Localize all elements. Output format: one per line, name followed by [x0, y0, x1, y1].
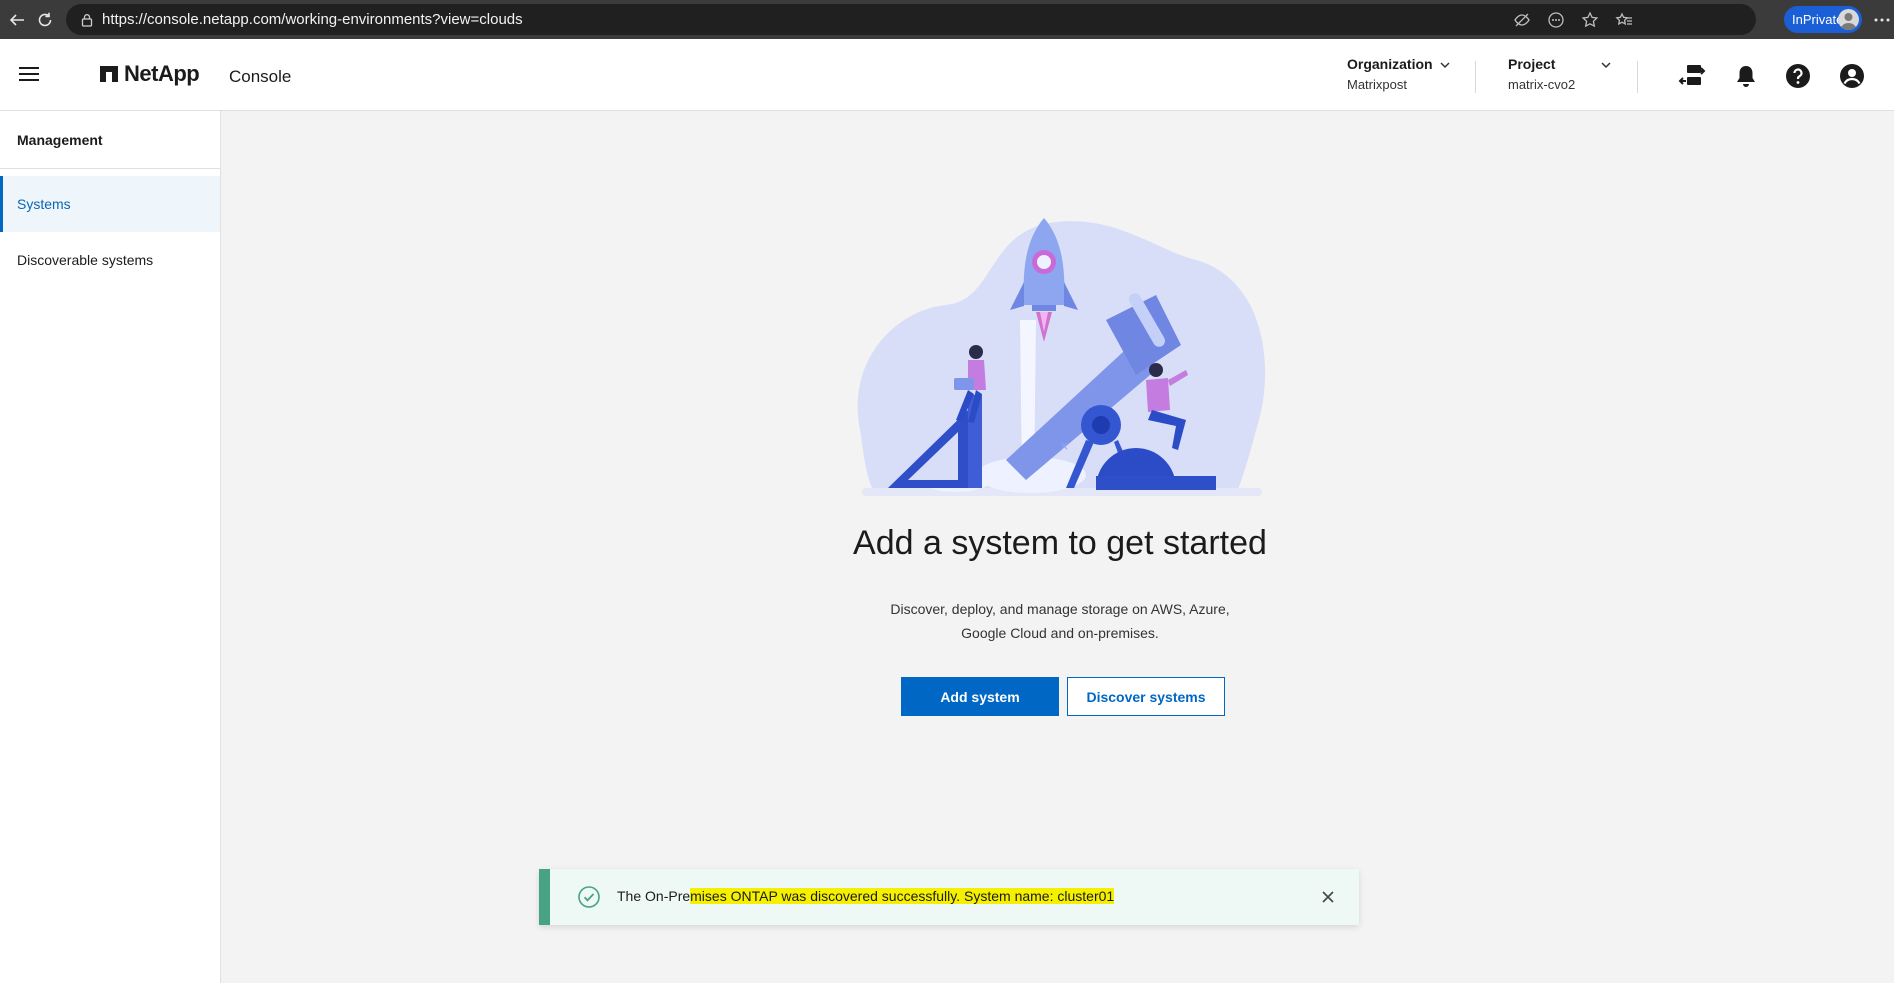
sidebar-item-label: Systems	[17, 196, 71, 212]
toast-message-highlight: mises ONTAP was discovered successfully.…	[690, 888, 1115, 904]
tracking-prevention-icon[interactable]	[1510, 8, 1534, 32]
app-header: NetApp Console Organization Matrixpost P…	[0, 39, 1894, 111]
account-icon[interactable]	[1837, 61, 1867, 91]
add-system-button[interactable]: Add system	[901, 677, 1059, 716]
inprivate-label: InPrivate	[1792, 12, 1844, 27]
project-label: Project	[1508, 56, 1556, 72]
help-icon[interactable]	[1783, 61, 1813, 91]
sidebar-item-systems[interactable]: Systems	[0, 176, 220, 232]
app-name: Console	[229, 67, 292, 86]
favorite-star-icon[interactable]	[1578, 8, 1602, 32]
netapp-logo-icon	[100, 66, 118, 82]
refresh-button[interactable]	[28, 0, 62, 39]
header-divider	[1475, 61, 1476, 93]
rocket-telescope-illustration: ×	[857, 218, 1266, 496]
brand-name: NetApp	[124, 61, 200, 86]
address-bar[interactable]: https://console.netapp.com/working-envir…	[66, 4, 1756, 35]
svg-text:×: ×	[1059, 439, 1069, 453]
bell-icon[interactable]	[1731, 61, 1761, 91]
description-line-1: Discover, deploy, and manage storage on …	[890, 601, 1230, 617]
close-icon[interactable]	[1317, 886, 1339, 908]
sidebar-heading: Management	[0, 111, 220, 169]
project-selector[interactable]: Project matrix-cvo2	[1508, 56, 1613, 96]
sidebar-item-label: Discoverable systems	[17, 252, 154, 268]
check-circle-icon	[577, 885, 601, 909]
chevron-down-icon	[1439, 58, 1451, 76]
lock-icon	[72, 13, 102, 27]
netapp-logo[interactable]: NetApp	[100, 61, 200, 87]
url-text: https://console.netapp.com/working-envir…	[102, 11, 523, 28]
page-title: Add a system to get started	[853, 524, 1267, 562]
connector-icon[interactable]	[1677, 61, 1707, 91]
description-line-2: Google Cloud and on-premises.	[961, 625, 1159, 641]
inprivate-button[interactable]: InPrivate	[1784, 6, 1862, 33]
sidebar: Management Systems Discoverable systems	[0, 111, 221, 983]
discover-systems-button[interactable]: Discover systems	[1067, 677, 1225, 716]
toast-message-prefix: The On-Pre	[617, 888, 691, 904]
project-value: matrix-cvo2	[1508, 77, 1576, 92]
menu-icon[interactable]	[16, 61, 42, 87]
page-description: Discover, deploy, and manage storage on …	[800, 597, 1320, 645]
organization-value: Matrixpost	[1347, 77, 1407, 92]
reader-icon[interactable]	[1544, 8, 1568, 32]
profile-avatar-icon	[1838, 9, 1859, 30]
toast-message: The On-Premises ONTAP was discovered suc…	[617, 888, 1115, 904]
more-icon[interactable]	[1870, 6, 1894, 33]
organization-label: Organization	[1347, 56, 1433, 72]
header-divider	[1637, 61, 1638, 93]
favorites-icon[interactable]	[1612, 8, 1636, 32]
back-icon	[9, 13, 24, 26]
chevron-down-icon	[1600, 58, 1612, 76]
refresh-icon	[38, 12, 52, 26]
browser-toolbar: https://console.netapp.com/working-envir…	[0, 0, 1894, 39]
success-toast: The On-Premises ONTAP was discovered suc…	[539, 869, 1359, 925]
sidebar-item-discoverable-systems[interactable]: Discoverable systems	[0, 232, 220, 288]
organization-selector[interactable]: Organization Matrixpost	[1347, 56, 1452, 96]
